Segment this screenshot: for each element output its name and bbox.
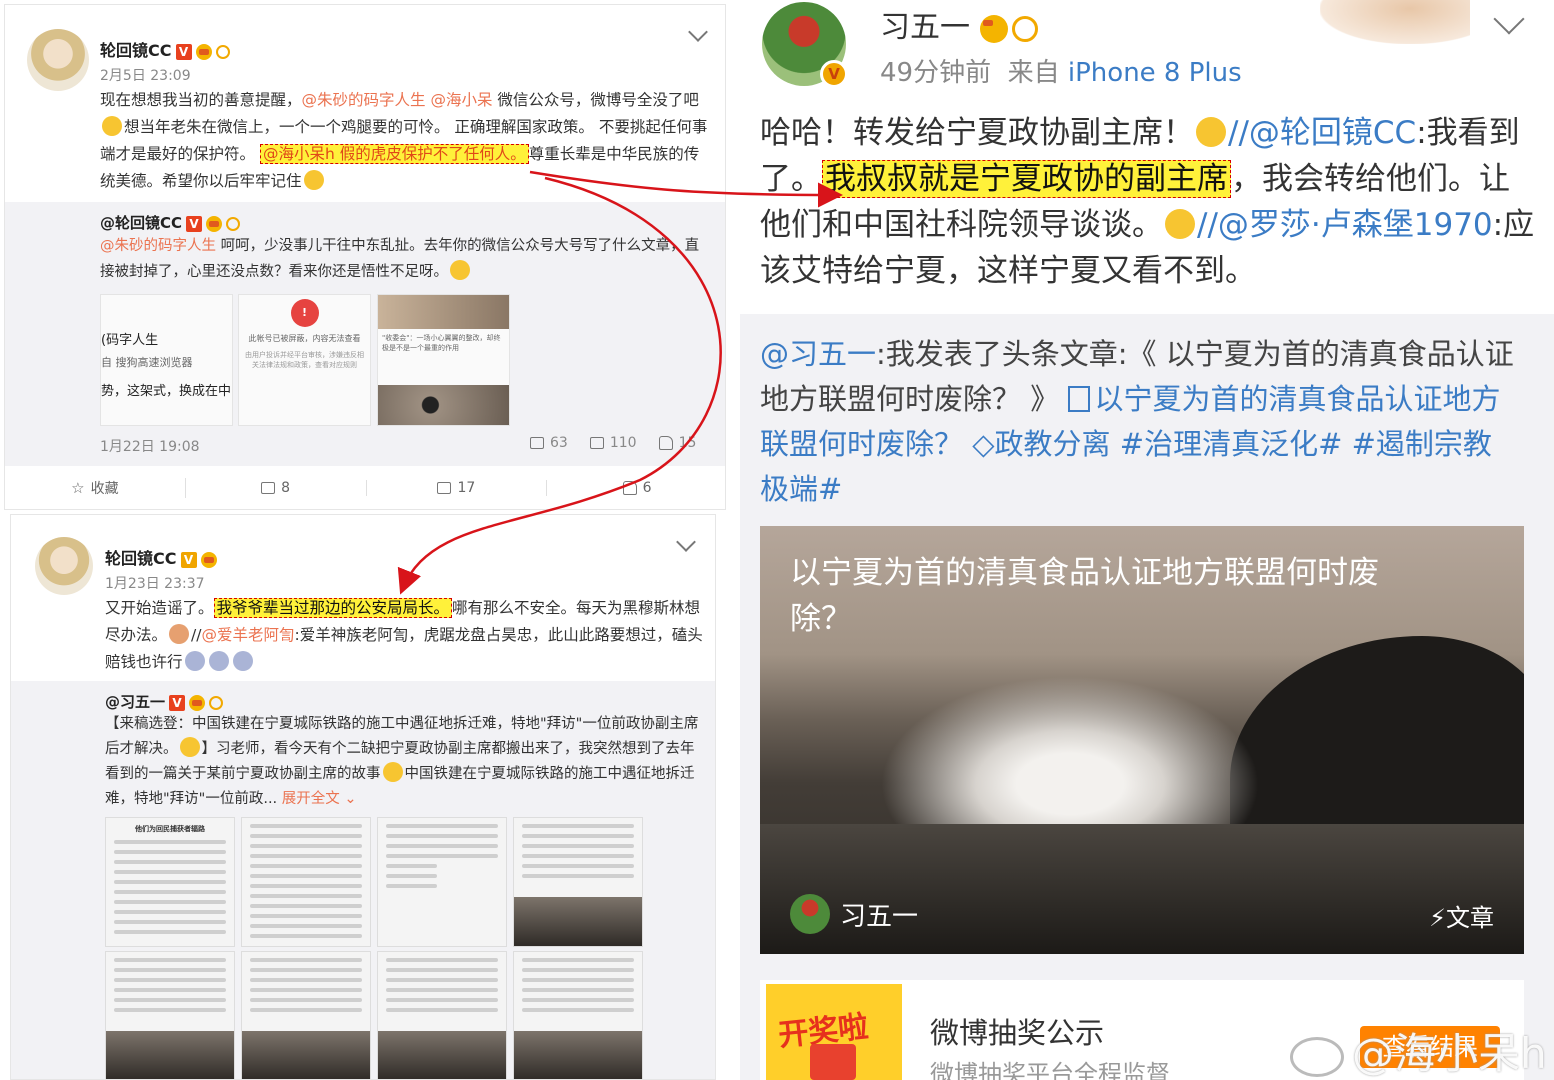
arrow-to-post2: [397, 176, 722, 595]
annotation-arrows: [397, 170, 843, 595]
weibo-logo-icon: [1290, 1036, 1344, 1077]
watermark: @海小呆h: [1290, 1020, 1547, 1080]
arrow-to-post3: [529, 170, 843, 208]
